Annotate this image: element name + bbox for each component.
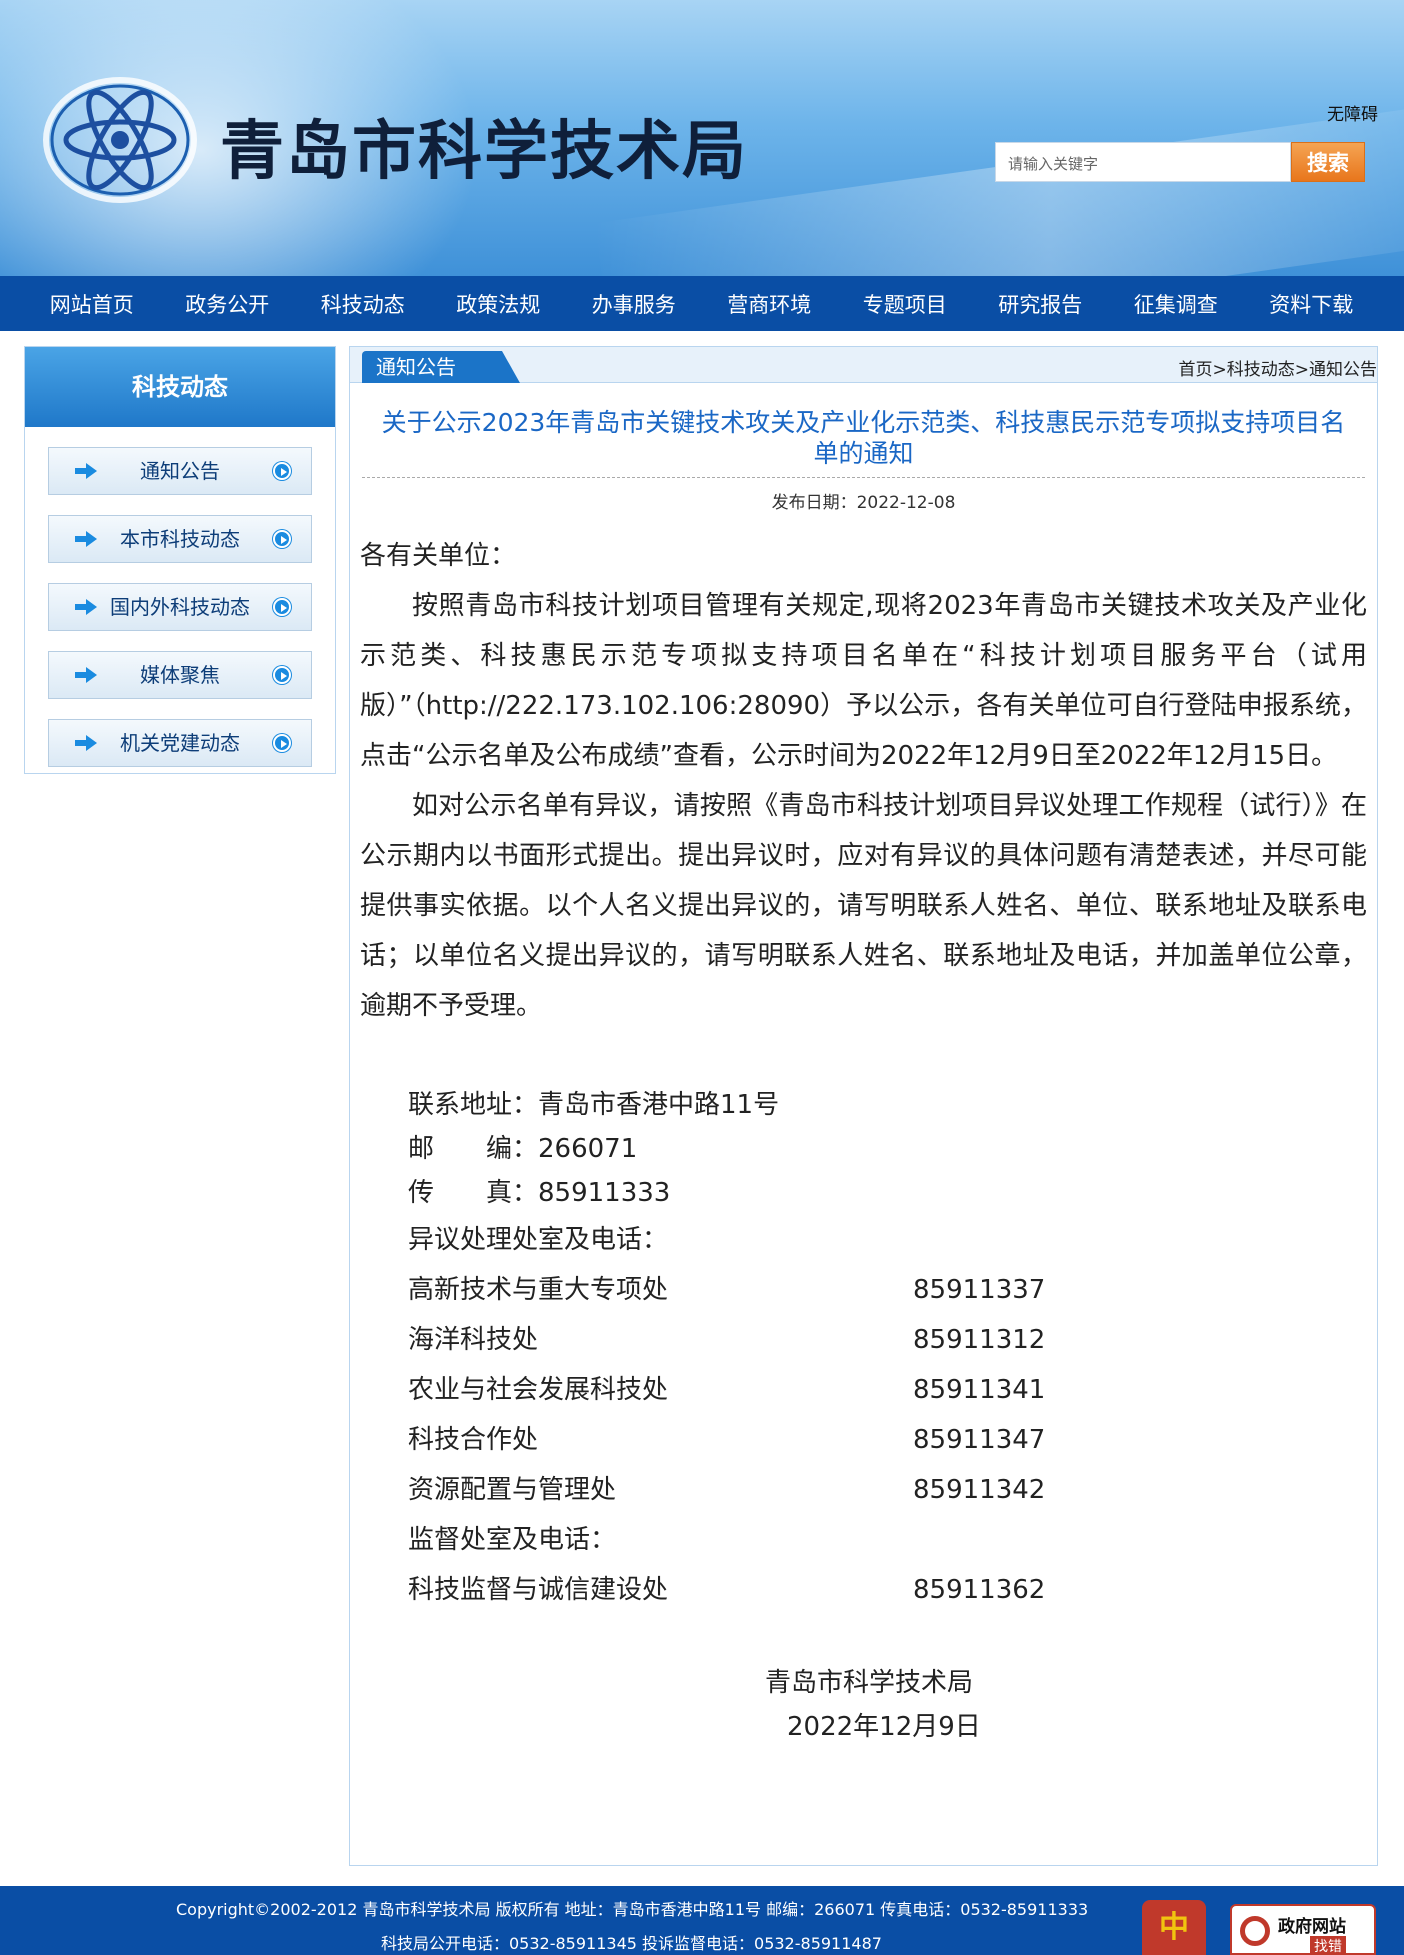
publish-date: 发布日期：2022-12-08 (771, 493, 956, 513)
gov-badge-label: 政府网站 (1278, 1917, 1346, 1937)
sidebar-menu: 通知公告 本市科技动态 国内外科技动态 媒体聚焦 机关党建动态 (25, 427, 335, 807)
section-tab[interactable]: 通知公告 (362, 351, 520, 383)
contact-info: 联系地址：青岛市香港中路11号 邮 编：266071 传 真：85911333 … (350, 1083, 1377, 1615)
dept-name: 高新技术与重大专项处 (408, 1275, 669, 1305)
dept-phone: 85911312 (913, 1325, 1046, 1355)
contact-row: 资源配置与管理处 85911342 (408, 1465, 1377, 1515)
arrow-right-icon (75, 463, 97, 479)
dept-name: 海洋科技处 (408, 1325, 539, 1355)
objection-heading: 异议处理处室及电话： (408, 1225, 669, 1255)
dept-name: 农业与社会发展科技处 (408, 1375, 669, 1405)
contact-address: 联系地址：青岛市香港中路11号 (408, 1090, 780, 1120)
gov-website-badge[interactable]: 政府网站 找错 (1230, 1904, 1376, 1955)
nav-item-home[interactable]: 网站首页 (24, 289, 160, 319)
nav-item-projects[interactable]: 专题项目 (837, 289, 973, 319)
footer-copyright: Copyright©2002-2012 青岛市科学技术局 版权所有 地址：青岛市… (176, 1900, 1089, 1919)
sidebar-item-notices[interactable]: 通知公告 (48, 447, 312, 495)
play-circle-icon (273, 734, 291, 752)
breadcrumb[interactable]: 首页>科技动态>通知公告 (1179, 355, 1378, 380)
nav-item-services[interactable]: 办事服务 (566, 289, 702, 319)
article-body: 各有关单位： 按照青岛市科技计划项目管理有关规定,现将2023年青岛市关键技术攻… (360, 531, 1367, 1031)
signature: 青岛市科学技术局 2022年12月9日 (350, 1661, 1377, 1749)
nav-item-sci-news[interactable]: 科技动态 (295, 289, 431, 319)
contact-row: 科技合作处 85911347 (408, 1415, 1377, 1465)
main-nav: 网站首页 政务公开 科技动态 政策法规 办事服务 营商环境 专题项目 研究报告 … (0, 276, 1404, 331)
dept-name: 资源配置与管理处 (408, 1475, 617, 1505)
play-circle-icon (273, 530, 291, 548)
dept-phone: 85911341 (913, 1375, 1046, 1405)
sidebar-item-label: 国内外科技动态 (110, 595, 250, 619)
main-content: 通知公告 首页>科技动态>通知公告 关于公示2023年青岛市关键技术攻关及产业化… (349, 346, 1378, 1866)
dept-phone: 85911362 (913, 1575, 1046, 1605)
dept-name: 科技监督与诚信建设处 (408, 1575, 669, 1605)
nav-item-surveys[interactable]: 征集调查 (1108, 289, 1244, 319)
dept-phone: 85911337 (913, 1275, 1046, 1305)
contact-row: 海洋科技处 85911312 (408, 1315, 1377, 1365)
paragraph-1: 按照青岛市科技计划项目管理有关规定,现将2023年青岛市关键技术攻关及产业化示范… (360, 591, 1367, 771)
party-emblem-icon[interactable]: 中 (1142, 1900, 1206, 1955)
sidebar-title: 科技动态 (25, 347, 335, 427)
nav-item-business-env[interactable]: 营商环境 (702, 289, 838, 319)
signature-date: 2022年12月9日 (787, 1712, 981, 1742)
search-input[interactable]: 请输入关键字 (995, 142, 1291, 182)
contact-row: 高新技术与重大专项处 85911337 (408, 1265, 1377, 1315)
dept-name: 科技合作处 (408, 1425, 539, 1455)
play-circle-icon (273, 462, 291, 480)
sidebar-item-label: 本市科技动态 (120, 527, 240, 551)
dept-phone: 85911347 (913, 1425, 1046, 1455)
article-title: 关于公示2023年青岛市关键技术攻关及产业化示范类、科技惠民示范专项拟支持项目名… (381, 408, 1346, 468)
accessibility-link[interactable]: 无障碍 (1327, 100, 1378, 125)
sidebar-item-label: 媒体聚焦 (140, 663, 220, 687)
contact-postcode: 邮 编：266071 (408, 1134, 638, 1164)
dept-phone: 85911342 (913, 1475, 1046, 1505)
nav-item-reports[interactable]: 研究报告 (973, 289, 1109, 319)
arrow-right-icon (75, 599, 97, 615)
contact-row: 科技监督与诚信建设处 85911362 (408, 1565, 1377, 1615)
footer-phones: 科技局公开电话：0532-85911345 投诉监督电话：0532-859114… (381, 1934, 882, 1953)
sidebar-item-media[interactable]: 媒体聚焦 (48, 651, 312, 699)
nav-item-government-affairs[interactable]: 政务公开 (160, 289, 296, 319)
sidebar-item-party-news[interactable]: 机关党建动态 (48, 719, 312, 767)
search-button[interactable]: 搜索 (1291, 142, 1365, 182)
title-divider (362, 477, 1365, 478)
supervision-heading: 监督处室及电话： (408, 1525, 617, 1555)
sidebar-item-local-news[interactable]: 本市科技动态 (48, 515, 312, 563)
play-circle-icon (273, 666, 291, 684)
contact-fax: 传 真：85911333 (408, 1178, 671, 1208)
contact-row: 农业与社会发展科技处 85911341 (408, 1365, 1377, 1415)
arrow-right-icon (75, 667, 97, 683)
sidebar-item-label: 机关党建动态 (120, 731, 240, 755)
signature-org: 青岛市科学技术局 (765, 1668, 974, 1698)
content-header: 通知公告 首页>科技动态>通知公告 (350, 347, 1377, 383)
sidebar: 科技动态 通知公告 本市科技动态 国内外科技动态 媒体聚焦 机关党建动态 (24, 346, 336, 774)
magnifier-icon (1240, 1916, 1270, 1946)
nav-item-downloads[interactable]: 资料下载 (1244, 289, 1380, 319)
nav-item-policies[interactable]: 政策法规 (431, 289, 567, 319)
arrow-right-icon (75, 735, 97, 751)
site-header: 青岛市科学技术局 无障碍 请输入关键字 搜索 (0, 0, 1404, 276)
atom-logo-icon[interactable] (40, 70, 200, 210)
site-title: 青岛市科学技术局 (220, 115, 748, 189)
sidebar-item-label: 通知公告 (140, 459, 220, 483)
sidebar-item-world-news[interactable]: 国内外科技动态 (48, 583, 312, 631)
paragraph-2: 如对公示名单有异议，请按照《青岛市科技计划项目异议处理工作规程（试行）》在公示期… (360, 791, 1367, 1021)
site-footer: Copyright©2002-2012 青岛市科学技术局 版权所有 地址：青岛市… (0, 1886, 1404, 1955)
greeting: 各有关单位： (360, 541, 517, 571)
gov-badge-sub: 找错 (1310, 1936, 1346, 1955)
play-circle-icon (273, 598, 291, 616)
arrow-right-icon (75, 531, 97, 547)
